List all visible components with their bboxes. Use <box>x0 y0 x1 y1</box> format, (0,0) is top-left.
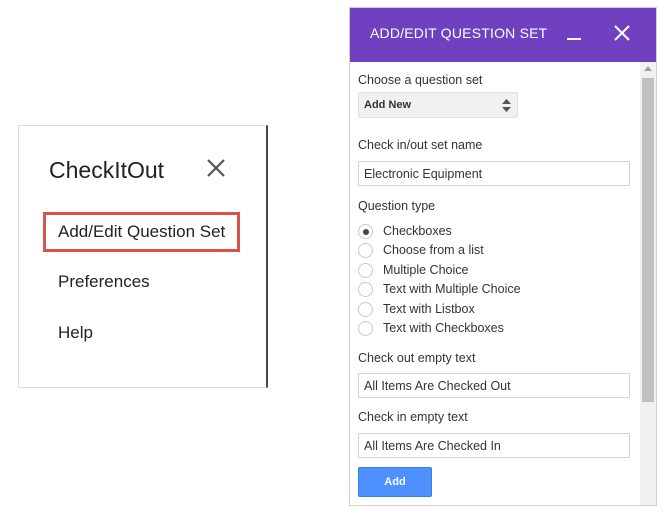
dialog-title: ADD/EDIT QUESTION SET <box>370 25 548 41</box>
menu-item-help[interactable]: Help <box>43 313 107 353</box>
menu-item-add-edit-question-set[interactable]: Add/Edit Question Set <box>43 212 241 252</box>
question-type-label: Question type <box>358 199 436 213</box>
radio-label: Text with Checkboxes <box>383 321 504 335</box>
select-arrows-icon <box>502 99 511 112</box>
dialog-body: Choose a question set Add New Check in/o… <box>350 62 656 505</box>
question-set-select[interactable]: Add New <box>358 92 518 118</box>
add-edit-question-set-dialog: ADD/EDIT QUESTION SET Choose a question … <box>349 7 657 506</box>
dialog-header: ADD/EDIT QUESTION SET <box>350 8 656 62</box>
radio-button[interactable] <box>358 321 373 336</box>
menu-title: CheckItOut <box>49 157 165 183</box>
close-icon[interactable] <box>205 157 227 179</box>
menu-item-label: Add/Edit Question Set <box>58 222 226 241</box>
minimize-icon[interactable] <box>564 24 584 44</box>
menu-item-label: Preferences <box>58 272 150 291</box>
check-in-empty-input[interactable] <box>358 433 630 458</box>
radio-button[interactable] <box>358 282 373 297</box>
scrollbar[interactable] <box>640 62 656 505</box>
radio-label: Checkboxes <box>383 224 452 238</box>
scrollbar-thumb[interactable] <box>642 78 654 402</box>
radio-label: Choose from a list <box>383 243 484 257</box>
check-in-empty-label: Check in empty text <box>358 410 468 424</box>
radio-label: Multiple Choice <box>383 263 469 277</box>
radio-button[interactable] <box>358 243 373 258</box>
menu-item-label: Help <box>58 323 93 342</box>
set-name-input[interactable] <box>358 161 630 186</box>
check-out-empty-label: Check out empty text <box>358 351 476 365</box>
radio-button[interactable] <box>358 263 373 278</box>
radio-button-checked[interactable] <box>358 224 373 239</box>
question-set-label: Choose a question set <box>358 73 483 87</box>
set-name-label: Check in/out set name <box>358 138 483 152</box>
check-out-empty-input[interactable] <box>358 373 630 398</box>
add-button[interactable]: Add <box>358 467 432 497</box>
radio-label: Text with Multiple Choice <box>383 282 521 296</box>
question-set-selected: Add New <box>364 99 412 111</box>
addon-menu-card: CheckItOut Add/Edit Question Set Prefere… <box>18 125 268 388</box>
scroll-up-arrow-icon[interactable] <box>644 66 652 71</box>
radio-label: Text with Listbox <box>383 302 475 316</box>
close-icon[interactable] <box>612 23 632 43</box>
radio-button[interactable] <box>358 302 373 317</box>
menu-item-preferences[interactable]: Preferences <box>43 262 164 302</box>
